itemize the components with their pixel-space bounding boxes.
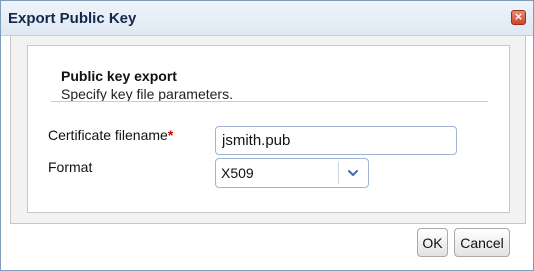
export-public-key-dialog: Export Public Key × Public key export Sp…	[0, 0, 534, 271]
title-bar[interactable]: Export Public Key ×	[1, 1, 533, 36]
select-divider	[338, 162, 339, 184]
format-select[interactable]: X509	[215, 158, 369, 188]
certificate-filename-label: Certificate filename*	[48, 127, 173, 143]
ok-button[interactable]: OK	[417, 228, 448, 257]
section-divider	[51, 101, 488, 102]
format-label: Format	[48, 159, 93, 175]
close-button[interactable]: ×	[511, 10, 526, 25]
section-title: Public key export	[61, 68, 177, 84]
dialog-footer: OK Cancel	[1, 223, 533, 270]
section-subtitle: Specify key file parameters.	[61, 86, 233, 102]
dialog-title: Export Public Key	[8, 10, 137, 27]
chevron-down-icon[interactable]	[346, 166, 360, 180]
certificate-filename-input[interactable]	[215, 126, 457, 155]
cancel-button[interactable]: Cancel	[454, 228, 510, 257]
form-panel: Public key export Specify key file param…	[27, 45, 510, 213]
format-selected-value: X509	[221, 165, 254, 181]
dialog-body: Public key export Specify key file param…	[10, 36, 526, 224]
close-icon: ×	[513, 10, 524, 23]
certificate-filename-label-text: Certificate filename	[48, 127, 168, 143]
required-mark: *	[167, 127, 174, 143]
